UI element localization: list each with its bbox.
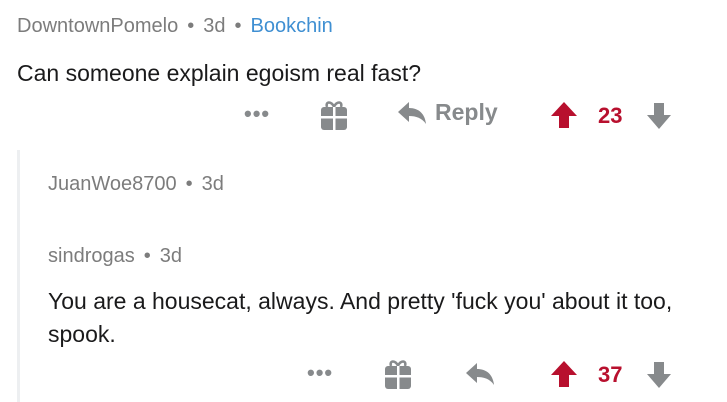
reply-button[interactable]: Reply	[397, 99, 498, 126]
comment-author[interactable]: DowntownPomelo	[17, 15, 178, 38]
separator-dot: •	[185, 173, 193, 195]
comment-meta: DowntownPomelo • 3d • Bookchin	[17, 15, 333, 38]
more-options-button[interactable]: •••	[307, 360, 333, 386]
comment-meta: JuanWoe8700 • 3d	[48, 173, 224, 196]
comment-age[interactable]: 3d	[160, 245, 182, 268]
reply-icon[interactable]	[465, 362, 495, 386]
upvote-icon[interactable]	[550, 360, 578, 388]
comment-age[interactable]: 3d	[203, 15, 225, 38]
separator-dot: •	[234, 15, 242, 37]
subreddit-link[interactable]: Bookchin	[250, 15, 332, 38]
comment-author[interactable]: JuanWoe8700	[48, 173, 177, 196]
vote-score: 37	[598, 362, 623, 387]
separator-dot: •	[187, 15, 195, 37]
comment-actions: ••• 37	[0, 358, 727, 392]
comment-age[interactable]: 3d	[202, 173, 224, 196]
comment-body: Can someone explain egoism real fast?	[17, 60, 422, 86]
downvote-icon[interactable]	[646, 102, 672, 130]
vote-score: 23	[598, 103, 623, 128]
reply-label: Reply	[435, 99, 498, 125]
comment-author[interactable]: sindrogas	[48, 245, 135, 268]
gift-icon[interactable]	[319, 100, 349, 132]
comment-meta: sindrogas • 3d	[48, 245, 182, 268]
separator-dot: •	[143, 245, 151, 267]
downvote-icon[interactable]	[646, 361, 672, 389]
comment-body: You are a housecat, always. And pretty '…	[48, 288, 673, 347]
more-options-button[interactable]: •••	[244, 101, 270, 127]
comment-actions: ••• Reply 23	[0, 99, 727, 133]
upvote-icon[interactable]	[550, 101, 578, 129]
reply-icon	[397, 101, 427, 125]
gift-icon[interactable]	[383, 359, 413, 391]
